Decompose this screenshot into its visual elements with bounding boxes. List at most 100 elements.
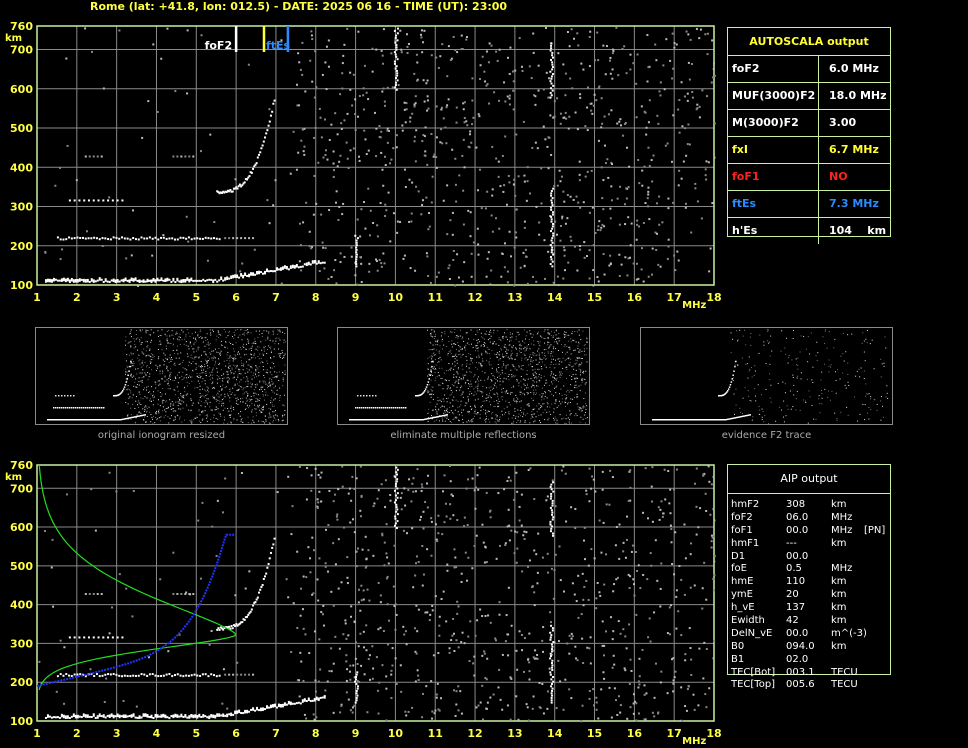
thumbnail-dot bbox=[162, 370, 164, 372]
echo-dot bbox=[355, 248, 358, 251]
thumbnail-dot bbox=[557, 358, 559, 360]
thumbnail-dot bbox=[530, 386, 532, 388]
thumbnail-dot bbox=[200, 421, 202, 423]
thumbnail-dot bbox=[81, 407, 83, 409]
echo-dot bbox=[425, 252, 428, 255]
thumbnail-dot bbox=[163, 352, 165, 354]
thumbnail-dot bbox=[511, 376, 513, 378]
thumbnail-dot bbox=[793, 394, 795, 396]
thumbnail-dot bbox=[391, 419, 393, 421]
thumbnail-dot bbox=[195, 356, 197, 358]
echo-dot bbox=[188, 278, 191, 281]
thumbnail-dot bbox=[247, 329, 249, 331]
thumbnail-dot bbox=[214, 357, 216, 359]
thumbnail-dot bbox=[140, 343, 142, 345]
thumbnail-dot bbox=[183, 387, 185, 389]
thumbnail-dot bbox=[127, 403, 129, 405]
thumbnail-dot bbox=[511, 346, 513, 348]
echo-dot bbox=[498, 99, 501, 102]
thumbnail-dot bbox=[229, 357, 231, 359]
echo-dot bbox=[65, 238, 68, 241]
echo-dot bbox=[393, 51, 396, 54]
thumbnail-dot bbox=[577, 377, 579, 379]
thumbnail-dot bbox=[58, 395, 60, 397]
thumbnail-dot bbox=[527, 393, 529, 395]
thumbnail-dot bbox=[279, 339, 281, 341]
thumbnail-dot bbox=[509, 340, 511, 342]
echo-dot bbox=[578, 179, 581, 182]
thumbnail-dot bbox=[242, 369, 244, 371]
thumbnail-dot bbox=[535, 355, 537, 357]
thumbnail-dot bbox=[545, 355, 547, 357]
thumbnail-dot bbox=[281, 350, 283, 352]
thumbnail-dot bbox=[159, 370, 161, 372]
thumbnail-dot bbox=[213, 357, 215, 359]
echo-dot bbox=[344, 622, 347, 625]
thumbnail-dot bbox=[168, 357, 170, 359]
thumbnail-dot bbox=[427, 420, 429, 422]
thumbnail-dot bbox=[253, 422, 255, 424]
echo-dot bbox=[102, 199, 105, 202]
thumbnail-dot bbox=[186, 329, 188, 331]
thumbnail-dot bbox=[210, 374, 212, 376]
echo-dot bbox=[112, 278, 115, 281]
thumbnail-dot bbox=[576, 360, 578, 362]
thumbnail-dot bbox=[510, 356, 512, 358]
thumbnail-dot bbox=[567, 403, 569, 405]
thumbnail-dot bbox=[349, 419, 351, 421]
x-tick-label: 12 bbox=[467, 291, 482, 304]
thumbnail-dot bbox=[174, 418, 176, 420]
thumbnail-dot bbox=[176, 349, 178, 351]
thumbnail-dot bbox=[163, 380, 165, 382]
echo-dot bbox=[355, 255, 358, 258]
thumbnail-dot bbox=[514, 368, 516, 370]
thumbnail-dot bbox=[216, 382, 218, 384]
x-tick-label: 8 bbox=[312, 291, 320, 304]
thumbnail-dot bbox=[494, 378, 496, 380]
echo-dot bbox=[56, 279, 59, 282]
thumbnail-dot bbox=[358, 419, 360, 421]
thumbnail-dot bbox=[369, 407, 371, 409]
thumbnail-dot bbox=[870, 396, 872, 398]
thumbnail-dot bbox=[661, 419, 663, 421]
echo-dot bbox=[618, 274, 621, 277]
thumbnail-dot bbox=[504, 413, 506, 415]
thumbnail-dot bbox=[541, 387, 543, 389]
thumbnail-dot bbox=[209, 401, 211, 403]
thumbnail-dot bbox=[255, 369, 257, 371]
echo-dot bbox=[403, 108, 406, 111]
thumbnail-dot bbox=[399, 407, 401, 409]
echo-dot bbox=[111, 199, 114, 202]
thumbnail-dot bbox=[237, 353, 239, 355]
echo-dot bbox=[343, 119, 346, 122]
thumbnail-dot bbox=[509, 337, 511, 339]
thumbnail-dot bbox=[276, 393, 278, 395]
thumbnail-dot bbox=[221, 398, 223, 400]
thumbnail-dot bbox=[231, 410, 233, 412]
thumbnail-dot bbox=[188, 409, 190, 411]
thumbnail-dot bbox=[444, 333, 446, 335]
thumbnail-dot bbox=[173, 420, 175, 422]
echo-dot bbox=[323, 261, 326, 264]
thumbnail-dot bbox=[462, 391, 464, 393]
thumbnail-dot bbox=[142, 398, 144, 400]
thumbnail-dot bbox=[198, 337, 200, 339]
echo-dot bbox=[465, 36, 468, 39]
echo-dot bbox=[645, 133, 648, 136]
echo-dot bbox=[465, 38, 468, 41]
thumbnail-dot bbox=[132, 353, 134, 355]
thumbnail-dot bbox=[514, 358, 516, 360]
echo-dot bbox=[387, 191, 390, 194]
thumbnail-dot bbox=[465, 374, 467, 376]
thumbnail-dot bbox=[475, 381, 477, 383]
thumbnail-dot bbox=[754, 365, 756, 367]
thumbnail-dot bbox=[560, 388, 562, 390]
thumbnail-dot bbox=[477, 398, 479, 400]
thumbnail-dot bbox=[157, 410, 159, 412]
thumbnail-dot bbox=[53, 419, 55, 421]
echo-dot bbox=[78, 278, 81, 281]
echo-dot bbox=[550, 42, 553, 45]
thumbnail-dot bbox=[695, 419, 697, 421]
thumbnail-dot bbox=[555, 334, 557, 336]
thumbnail-dot bbox=[510, 392, 512, 394]
